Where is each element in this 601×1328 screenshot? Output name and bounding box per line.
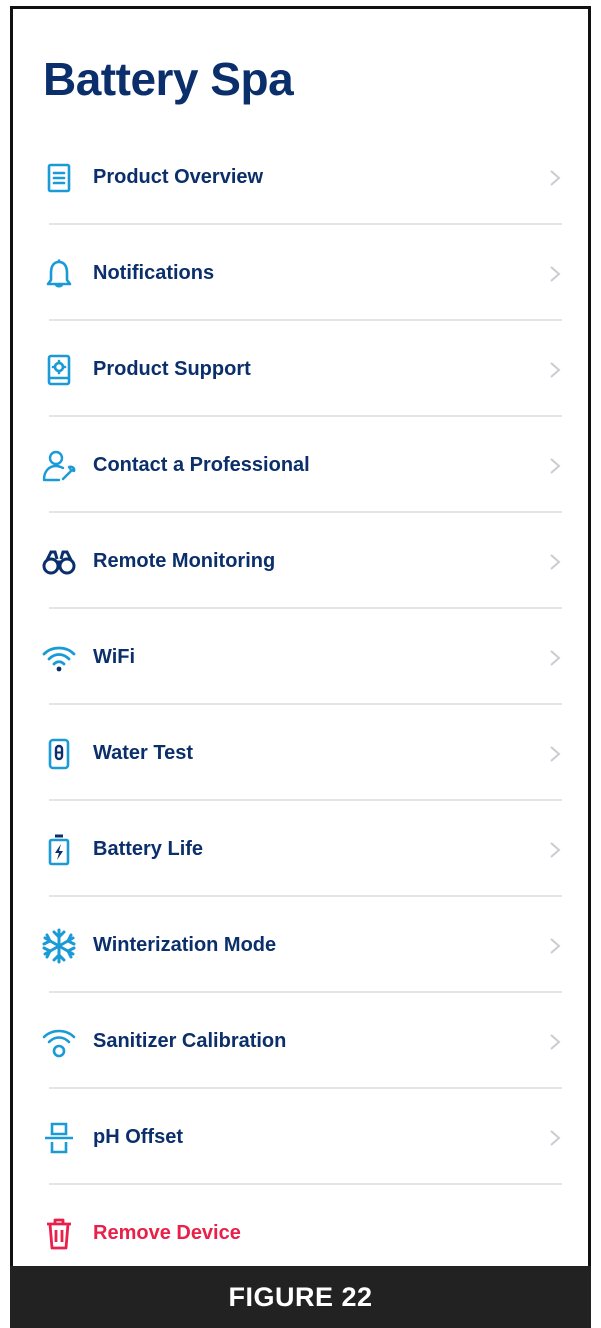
- ph-offset-icon: [41, 1120, 77, 1156]
- figure-caption: FIGURE 22: [10, 1266, 591, 1328]
- support-device-icon: [41, 352, 77, 388]
- battery-icon: [41, 832, 77, 868]
- menu-item-label: pH Offset: [93, 1126, 183, 1148]
- test-strip-icon: [41, 736, 77, 772]
- menu-item-label: Water Test: [93, 742, 194, 764]
- menu-item-label: Product Support: [93, 358, 251, 380]
- chevron-right-icon: [548, 361, 562, 379]
- menu-item-label: Product Overview: [93, 166, 264, 188]
- chevron-right-icon: [548, 937, 562, 955]
- menu-item-label: Remove Device: [93, 1222, 241, 1244]
- menu-item-notifications[interactable]: Notifications: [13, 225, 588, 321]
- menu-item-label: Contact a Professional: [93, 454, 310, 476]
- menu-item-sanitizer-calibration[interactable]: Sanitizer Calibration: [13, 993, 588, 1089]
- chevron-right-icon: [548, 649, 562, 667]
- professional-icon: [41, 448, 77, 484]
- chevron-right-icon: [548, 553, 562, 571]
- chevron-right-icon: [548, 1033, 562, 1051]
- bell-icon: [41, 256, 77, 292]
- menu-item-product-support[interactable]: Product Support: [13, 321, 588, 417]
- menu-item-label: Winterization Mode: [93, 934, 277, 956]
- chevron-right-icon: [548, 457, 562, 475]
- page-title: Battery Spa: [43, 53, 294, 105]
- menu-item-label: Battery Life: [93, 838, 204, 860]
- menu-item-water-test[interactable]: Water Test: [13, 705, 588, 801]
- menu-item-wifi[interactable]: WiFi: [13, 609, 588, 705]
- chevron-right-icon: [548, 1129, 562, 1147]
- menu-item-label: WiFi: [93, 646, 136, 668]
- trash-icon: [41, 1216, 77, 1252]
- calibration-icon: [41, 1024, 77, 1060]
- menu-item-label: Sanitizer Calibration: [93, 1030, 287, 1052]
- menu-item-label: Notifications: [93, 262, 215, 284]
- snowflake-icon: [41, 928, 77, 964]
- menu-item-battery-life[interactable]: Battery Life: [13, 801, 588, 897]
- menu-item-label: Remote Monitoring: [93, 550, 276, 572]
- document-icon: [41, 160, 77, 196]
- app-frame: Battery Spa Product Overview Notificatio…: [10, 6, 591, 1328]
- menu-item-ph-offset[interactable]: pH Offset: [13, 1089, 588, 1185]
- menu-item-product-overview[interactable]: Product Overview: [13, 129, 588, 225]
- menu-item-winterization-mode[interactable]: Winterization Mode: [13, 897, 588, 993]
- chevron-right-icon: [548, 745, 562, 763]
- menu-item-contact-professional[interactable]: Contact a Professional: [13, 417, 588, 513]
- settings-menu: Product Overview Notifications Product S…: [13, 129, 588, 1281]
- chevron-right-icon: [548, 265, 562, 283]
- binoculars-icon: [41, 544, 77, 580]
- menu-item-remote-monitoring[interactable]: Remote Monitoring: [13, 513, 588, 609]
- chevron-right-icon: [548, 841, 562, 859]
- chevron-right-icon: [548, 169, 562, 187]
- wifi-icon: [41, 640, 77, 676]
